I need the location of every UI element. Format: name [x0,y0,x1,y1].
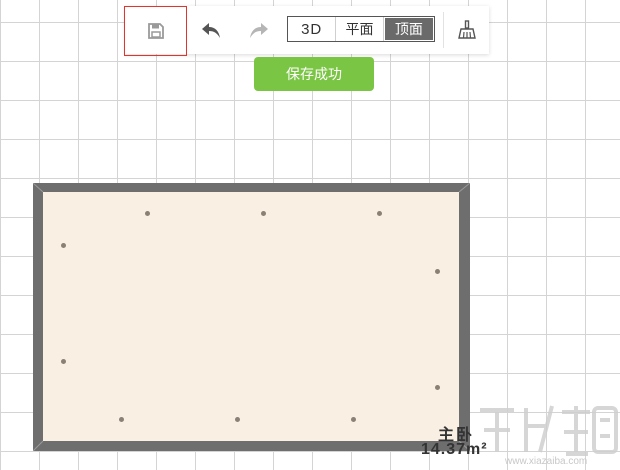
redo-arrow-icon [250,23,268,38]
save-success-toast: 保存成功 [254,57,374,91]
room-area-value: 14.37 [421,441,467,458]
redo-button[interactable] [243,6,275,54]
ceiling-light[interactable] [435,385,440,390]
ceiling-light[interactable] [61,359,66,364]
toolbar-divider [443,12,444,48]
watermark-url: www.xiazaiba.com [505,456,588,467]
ceiling-light[interactable] [235,417,240,422]
view-3d-tab[interactable]: 3D [288,17,337,41]
ceiling-light[interactable] [261,211,266,216]
toolbar: 3D 平面 顶面 [124,6,489,56]
save-button[interactable] [124,6,187,56]
ceiling-light[interactable] [377,211,382,216]
floppy-disk-icon [147,23,164,39]
ceiling-light[interactable] [119,417,124,422]
view-mode-switch: 3D 平面 顶面 [287,16,435,42]
view-top-tab[interactable]: 顶面 [384,18,433,40]
ceiling-light[interactable] [351,417,356,422]
view-plan-tab[interactable]: 平面 [336,17,384,41]
undo-button[interactable] [195,6,227,54]
wall-corner-lines [33,183,470,451]
ceiling-light[interactable] [61,243,66,248]
undo-arrow-icon [202,23,220,38]
ceiling-light[interactable] [435,269,440,274]
broom-icon [458,20,476,39]
clear-button[interactable] [447,6,487,54]
ceiling-light[interactable] [145,211,150,216]
